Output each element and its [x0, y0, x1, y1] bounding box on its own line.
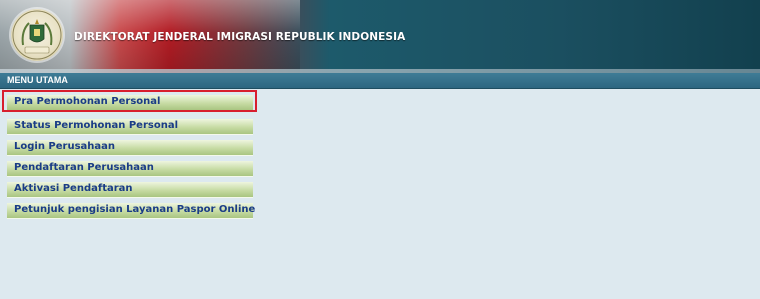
menu-item-login-perusahaan[interactable]: Login Perusahaan [7, 140, 253, 156]
menu-item-label[interactable]: Pra Permohonan Personal [14, 96, 160, 107]
menu-item-pendaftaran-perusahaan[interactable]: Pendaftaran Perusahaan [7, 161, 253, 177]
imigrasi-emblem-icon[interactable] [11, 9, 63, 61]
site-title: DIREKTORAT JENDERAL IMIGRASI REPUBLIK IN… [74, 31, 406, 43]
menu-item-status-permohonan-personal[interactable]: Status Permohonan Personal [7, 119, 253, 135]
menu-item-aktivasi-pendaftaran[interactable]: Aktivasi Pendaftaran [7, 182, 253, 198]
menu-item-label[interactable]: Petunjuk pengisian Layanan Paspor Online [14, 204, 255, 215]
menu-item-label[interactable]: Pendaftaran Perusahaan [14, 162, 154, 173]
menu-title: MENU UTAMA [7, 75, 68, 85]
menu-header-bar: MENU UTAMA [0, 73, 760, 89]
menu-item-pra-permohonan-personal[interactable]: Pra Permohonan Personal [7, 95, 253, 111]
site-header: DIREKTORAT JENDERAL IMIGRASI REPUBLIK IN… [0, 0, 760, 73]
menu-item-label[interactable]: Login Perusahaan [14, 141, 115, 152]
menu-item-label[interactable]: Status Permohonan Personal [14, 120, 178, 131]
menu-item-label[interactable]: Aktivasi Pendaftaran [14, 183, 133, 194]
menu-item-petunjuk-pengisian[interactable]: Petunjuk pengisian Layanan Paspor Online [7, 203, 255, 219]
